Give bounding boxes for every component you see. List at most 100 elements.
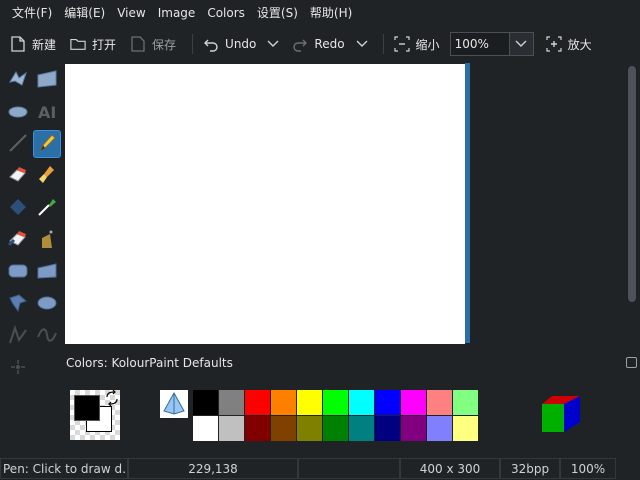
rectangle-tool[interactable]	[33, 258, 61, 286]
redo-button[interactable]: Redo	[288, 30, 348, 58]
undo-button[interactable]: Undo	[199, 30, 260, 58]
status-coordinates: 229,138	[128, 458, 298, 479]
palette-swatch[interactable]	[323, 390, 348, 415]
curve-tool[interactable]	[33, 322, 61, 350]
color-picker-tool[interactable]	[33, 194, 61, 222]
tool-option[interactable]	[4, 354, 32, 382]
menu-help[interactable]: 帮助(H)	[304, 0, 358, 26]
canvas-area	[64, 63, 640, 344]
palette-swatch[interactable]	[297, 416, 322, 441]
redo-history-chevron-down-icon[interactable]	[355, 36, 369, 52]
pencil-icon	[36, 132, 58, 157]
menu-settings[interactable]: 设置(S)	[251, 0, 304, 26]
menu-bar: 文件(F) 编辑(E) View Image Colors 设置(S) 帮助(H…	[0, 0, 640, 26]
menu-edit[interactable]: 编辑(E)	[58, 0, 111, 26]
menu-file[interactable]: 文件(F)	[6, 0, 58, 26]
color-palette	[193, 390, 478, 441]
zoom-out-label: 缩小	[415, 37, 440, 52]
line-tool[interactable]	[4, 130, 32, 158]
palette-swatch[interactable]	[453, 390, 478, 415]
palette-swatch[interactable]	[193, 416, 218, 441]
elliptical-select-tool[interactable]	[4, 98, 32, 126]
canvas-resize-handle[interactable]	[465, 63, 470, 343]
palette-swatch[interactable]	[349, 390, 374, 415]
zoom-out-button[interactable]: 缩小	[390, 30, 444, 58]
palette-swatch[interactable]	[453, 416, 478, 441]
text-tool[interactable]: AI	[33, 98, 61, 126]
swap-colors-icon[interactable]	[104, 389, 120, 407]
star-icon	[10, 359, 26, 378]
zoom-out-icon	[393, 36, 410, 52]
menu-view[interactable]: View	[111, 0, 151, 26]
palette-swatch[interactable]	[323, 416, 348, 441]
palette-swatch[interactable]	[271, 416, 296, 441]
toolbar-separator	[192, 34, 194, 54]
lasso-icon	[7, 68, 29, 93]
zoom-in-button[interactable]: 放大	[542, 30, 596, 58]
undo-history-chevron-down-icon[interactable]	[266, 36, 280, 52]
zoom-value[interactable]: 100%	[451, 37, 509, 51]
redo-label: Redo	[314, 37, 345, 51]
save-label: 保存	[152, 37, 177, 52]
color-eraser-tool[interactable]	[4, 226, 32, 254]
drawing-canvas[interactable]	[65, 64, 465, 344]
status-zoom: 100%	[560, 458, 616, 479]
foreground-background-selector[interactable]	[70, 389, 120, 440]
save-button[interactable]: 保存	[126, 30, 180, 58]
undo-icon	[203, 36, 219, 52]
free-form-select-tool[interactable]	[4, 66, 32, 94]
palette-swatch[interactable]	[427, 416, 452, 441]
palette-swatch[interactable]	[193, 390, 218, 415]
save-icon	[130, 36, 146, 52]
brush-tool[interactable]	[33, 162, 61, 190]
status-message: Pen: Click to draw d…	[0, 458, 128, 479]
polygon-tool[interactable]	[4, 290, 32, 318]
zoom-in-icon	[545, 36, 562, 52]
menu-image[interactable]: Image	[152, 0, 202, 26]
connected-lines-icon	[7, 324, 29, 349]
colors-panel-float-icon[interactable]	[626, 357, 637, 368]
zoom-chevron-down-icon[interactable]	[508, 33, 533, 55]
palette-swatch[interactable]	[245, 416, 270, 441]
palette-swatch[interactable]	[271, 390, 296, 415]
connected-lines-tool[interactable]	[4, 322, 32, 350]
status-bar: Pen: Click to draw d… 229,138 400 x 300 …	[0, 457, 640, 480]
rounded-rect-icon	[7, 260, 29, 285]
spraycan-icon	[36, 228, 58, 253]
ellipse-tool[interactable]	[33, 290, 61, 318]
new-document-icon	[10, 36, 26, 52]
status-color-depth: 32bpp	[500, 458, 560, 479]
new-button[interactable]: 新建	[6, 30, 60, 58]
color-cube-icon[interactable]	[538, 394, 582, 436]
folder-open-icon	[70, 36, 86, 52]
rectangular-select-tool[interactable]	[33, 66, 61, 94]
menu-colors[interactable]: Colors	[201, 0, 251, 26]
palette-swatch[interactable]	[401, 416, 426, 441]
zoom-combobox[interactable]: 100%	[449, 32, 534, 56]
scrollbar-thumb[interactable]	[628, 66, 636, 302]
open-button[interactable]: 打开	[66, 30, 120, 58]
palette-swatch[interactable]	[349, 416, 374, 441]
flood-fill-tool[interactable]	[4, 194, 32, 222]
eraser-tool[interactable]	[4, 162, 32, 190]
palette-swatch[interactable]	[427, 390, 452, 415]
palette-swatch[interactable]	[375, 416, 400, 441]
status-image-size: 400 x 300	[400, 458, 500, 479]
foreground-color-swatch[interactable]	[74, 395, 100, 421]
main-toolbar: 新建 打开 保存 Undo Redo 缩小 100% 放大	[0, 26, 640, 62]
palette-swatch[interactable]	[375, 390, 400, 415]
vertical-scrollbar[interactable]	[625, 64, 639, 342]
rounded-rectangle-tool[interactable]	[4, 258, 32, 286]
palette-swatch[interactable]	[219, 416, 244, 441]
palette-swatch[interactable]	[219, 390, 244, 415]
spraycan-tool[interactable]	[33, 226, 61, 254]
pyramid-icon	[162, 391, 186, 418]
pen-tool[interactable]	[33, 130, 61, 158]
transparency-mode-button[interactable]	[160, 390, 188, 418]
colors-panel-title: Colors: KolourPaint Defaults	[66, 356, 233, 370]
palette-swatch[interactable]	[245, 390, 270, 415]
palette-swatch[interactable]	[401, 390, 426, 415]
eraser-icon	[7, 164, 29, 189]
palette-swatch[interactable]	[297, 390, 322, 415]
line-icon	[7, 132, 29, 157]
